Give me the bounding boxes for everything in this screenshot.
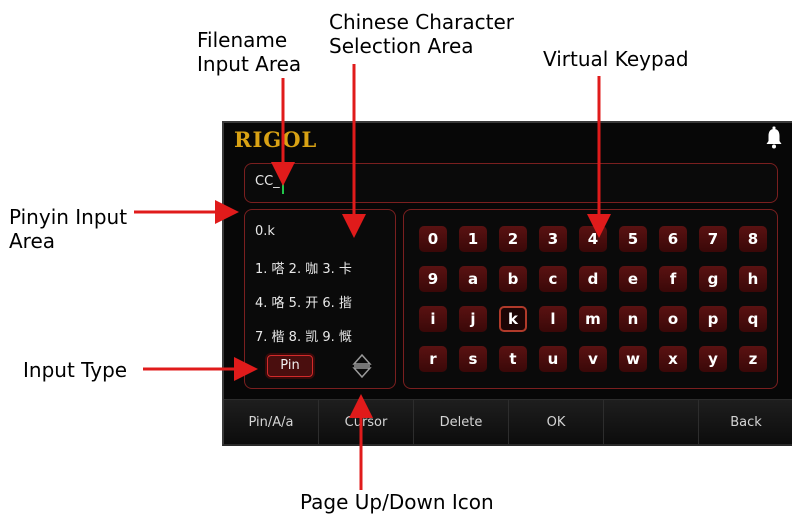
annotation-arrows <box>134 64 611 490</box>
